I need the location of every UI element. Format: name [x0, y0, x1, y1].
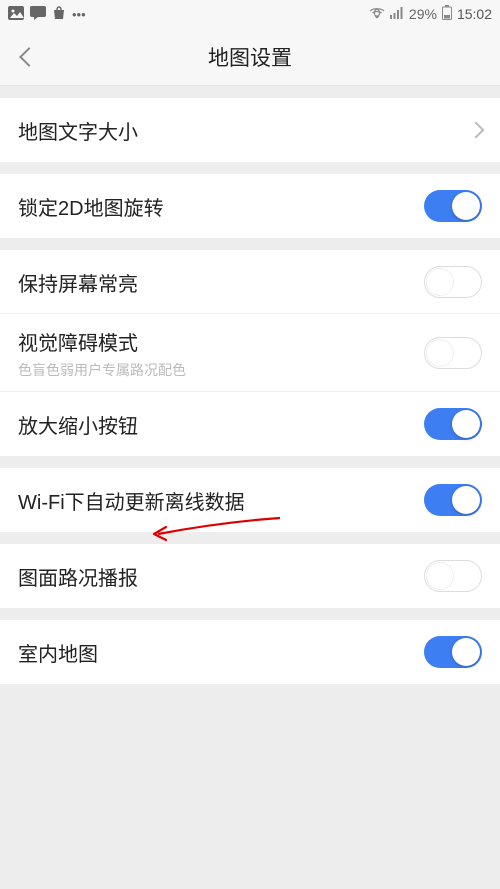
- row-visual-impaired: 视觉障碍模式 色盲色弱用户专属路况配色: [0, 314, 500, 392]
- row-label: 放大缩小按钮: [18, 410, 138, 439]
- signal-icon: [390, 6, 404, 22]
- row-text-size[interactable]: 地图文字大小: [0, 98, 500, 162]
- battery-percent: 29%: [409, 6, 437, 22]
- row-label: 保持屏幕常亮: [18, 268, 138, 297]
- chevron-right-icon: [468, 122, 485, 139]
- row-label: Wi-Fi下自动更新离线数据: [18, 486, 245, 515]
- row-sublabel: 色盲色弱用户专属路况配色: [18, 360, 186, 380]
- row-traffic-broadcast: 图面路况播报: [0, 544, 500, 608]
- toggle-lock-2d-rotate[interactable]: [424, 190, 482, 222]
- toggle-traffic-broadcast[interactable]: [424, 560, 482, 592]
- back-button[interactable]: [14, 42, 44, 72]
- toggle-zoom-buttons[interactable]: [424, 408, 482, 440]
- row-label: 图面路况播报: [18, 562, 138, 591]
- row-indoor-map: 室内地图: [0, 620, 500, 684]
- row-wifi-offline: Wi-Fi下自动更新离线数据: [0, 468, 500, 532]
- page-title: 地图设置: [0, 42, 500, 72]
- bag-icon: [52, 6, 66, 23]
- toggle-wifi-offline[interactable]: [424, 484, 482, 516]
- toggle-indoor-map[interactable]: [424, 636, 482, 668]
- row-zoom-buttons: 放大缩小按钮: [0, 392, 500, 456]
- toggle-visual-impaired[interactable]: [424, 337, 482, 369]
- row-lock-2d-rotate: 锁定2D地图旋转: [0, 174, 500, 238]
- status-time: 15:02: [457, 6, 492, 22]
- row-keep-screen-on: 保持屏幕常亮: [0, 250, 500, 314]
- toggle-keep-screen-on[interactable]: [424, 266, 482, 298]
- more-icon: •••: [72, 7, 86, 22]
- row-label: 锁定2D地图旋转: [18, 192, 164, 221]
- message-icon: [30, 6, 46, 23]
- wifi-icon: [369, 6, 385, 22]
- image-icon: [8, 6, 24, 23]
- chevron-left-icon: [19, 47, 39, 67]
- row-label: 室内地图: [18, 638, 98, 667]
- battery-icon: [442, 5, 452, 23]
- row-label: 视觉障碍模式: [18, 327, 186, 356]
- nav-bar: 地图设置: [0, 28, 500, 86]
- row-label: 地图文字大小: [18, 116, 138, 145]
- status-bar: ••• 29% 15:02: [0, 0, 500, 28]
